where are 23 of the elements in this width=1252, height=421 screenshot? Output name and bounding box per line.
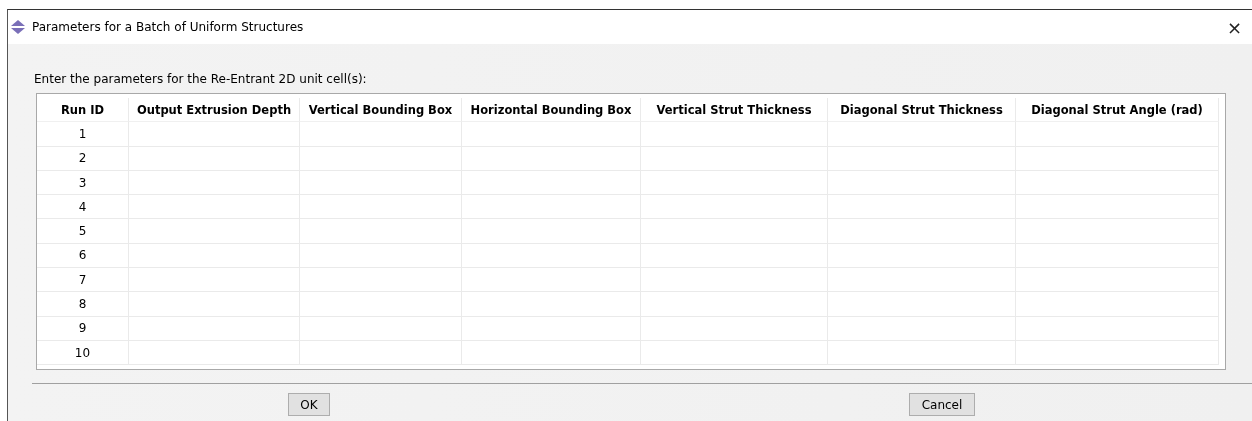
row-id-cell: 6 (37, 243, 129, 269)
close-button[interactable]: × (1222, 16, 1246, 38)
instruction-text: Enter the parameters for the Re-Entrant 2D unit cell(s): (34, 72, 368, 87)
row-id-cell: 3 (37, 170, 129, 196)
cancel-button[interactable]: Cancel (909, 393, 975, 416)
column-header: Diagonal Strut Thickness (828, 98, 1016, 123)
column-header: Horizontal Bounding Box (462, 98, 641, 123)
row-id-cell: 9 (37, 316, 129, 341)
row-id-cell: 2 (37, 146, 129, 171)
column-header: Run ID (37, 98, 129, 123)
column-header: Output Extrusion Depth (129, 98, 300, 123)
row-id-cell: 10 (37, 340, 129, 366)
column-header: Vertical Bounding Box (300, 98, 462, 123)
column-header: Diagonal Strut Angle (rad) (1016, 98, 1219, 123)
column-header: Vertical Strut Thickness (641, 98, 828, 123)
app-icon (10, 19, 26, 35)
row-id-cell: 8 (37, 292, 129, 317)
row-id-cell: 7 (37, 268, 129, 293)
row-id-cell: 5 (37, 219, 129, 244)
ok-button[interactable]: OK (288, 393, 330, 416)
row-id-cell: 4 (37, 195, 129, 220)
window-title: Parameters for a Batch of Uniform Structures (32, 20, 304, 34)
row-id-cell: 1 (37, 122, 129, 147)
